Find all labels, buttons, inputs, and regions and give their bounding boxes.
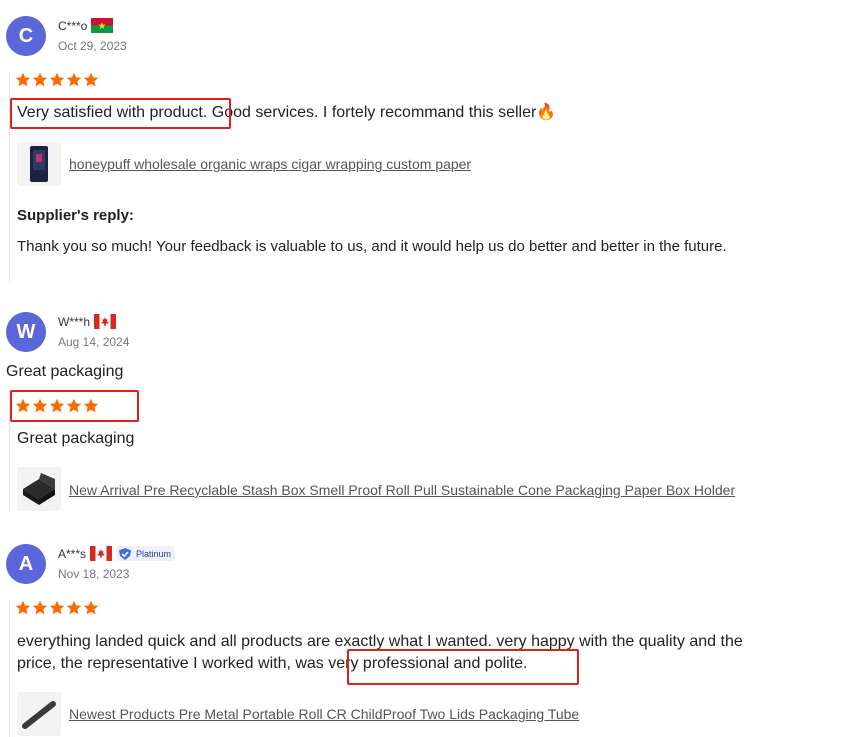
reviewer-name-text: C***o [58,18,88,33]
fire-icon: 🔥 [536,104,557,121]
highlight-box [10,390,139,422]
reviewer-name-text: A***s [58,546,87,561]
canada-flag-icon [90,546,113,561]
metal-tube-icon [22,701,56,729]
star-icon [49,72,65,87]
highlight-box [347,649,579,685]
avatar: A [6,544,46,584]
star-icon [66,600,82,615]
highlight-box [10,98,231,129]
star-icon [49,600,65,615]
reviewer-name: C***o [58,18,114,33]
supplier-reply-title: Supplier's reply: [17,207,134,224]
product-thumbnail[interactable] [17,142,61,186]
reviewer-name: W***h [58,314,117,329]
badge-label: Platinum [136,548,172,559]
star-icon [83,600,99,615]
product-link[interactable]: New Arrival Pre Recyclable Stash Box Sme… [69,482,735,498]
star-rating [15,600,99,616]
avatar: W [6,312,46,352]
star-icon [83,72,99,87]
wrap-pack-icon [30,146,48,182]
review-date: Aug 14, 2024 [58,335,130,349]
burkina-faso-flag-icon [91,18,114,33]
verified-shield-icon [119,547,132,560]
review-divider [9,600,10,737]
product-link[interactable]: honeypuff wholesale organic wraps cigar … [69,156,471,172]
platinum-badge: Platinum [116,546,176,561]
review-headline: Great packaging [6,363,124,380]
star-icon [15,600,31,615]
review-text: Great packaging [17,430,135,447]
star-icon [32,72,48,87]
review-text-rest: Good services. I fortely recommand this … [211,104,537,121]
star-rating [15,72,99,88]
star-icon [66,72,82,87]
product-thumbnail[interactable] [17,467,61,511]
product-thumbnail[interactable] [17,692,61,736]
star-icon [15,72,31,87]
review-date: Oct 29, 2023 [58,39,127,53]
product-link[interactable]: Newest Products Pre Metal Portable Roll … [69,706,579,722]
review-date: Nov 18, 2023 [58,567,130,581]
review-text-line2-start: price, the representative I worked with,… [17,655,329,672]
avatar: C [6,16,46,56]
reviewer-name: A***s Platinum [58,546,176,561]
canada-flag-icon [94,314,117,329]
supplier-reply-text: Thank you so much! Your feedback is valu… [17,238,727,255]
reviewer-name-text: W***h [58,314,91,329]
stash-box-icon [23,473,55,505]
star-icon [32,600,48,615]
